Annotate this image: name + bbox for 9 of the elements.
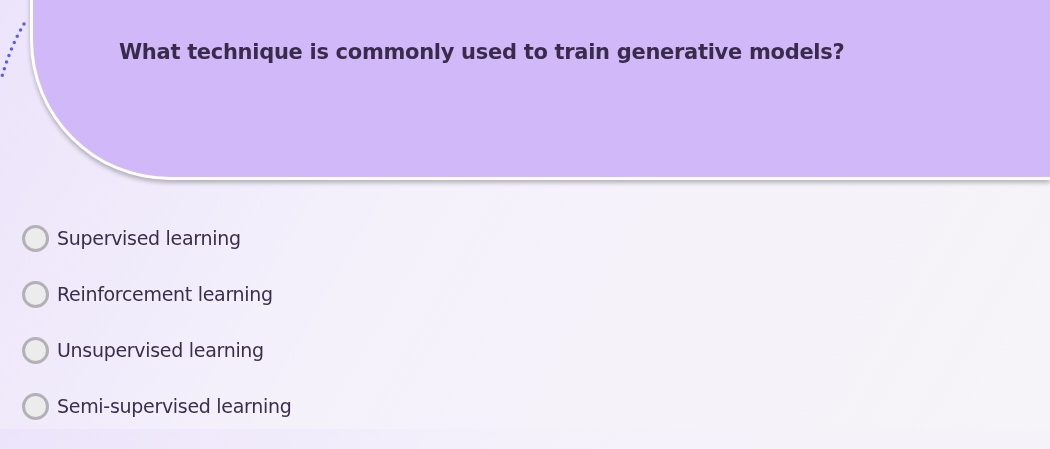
radio-button[interactable] <box>22 280 49 308</box>
option-label[interactable]: Unsupervised learning <box>57 339 264 361</box>
radio-button[interactable] <box>22 392 49 420</box>
question-text: What technique is commonly used to train generative models? <box>119 40 845 64</box>
radio-button[interactable] <box>22 224 49 252</box>
option-label[interactable]: Reinforcement learning <box>57 283 273 305</box>
option-label[interactable]: Supervised learning <box>57 227 241 249</box>
option-label[interactable]: Semi-supervised learning <box>57 395 292 417</box>
radio-button[interactable] <box>22 336 49 364</box>
